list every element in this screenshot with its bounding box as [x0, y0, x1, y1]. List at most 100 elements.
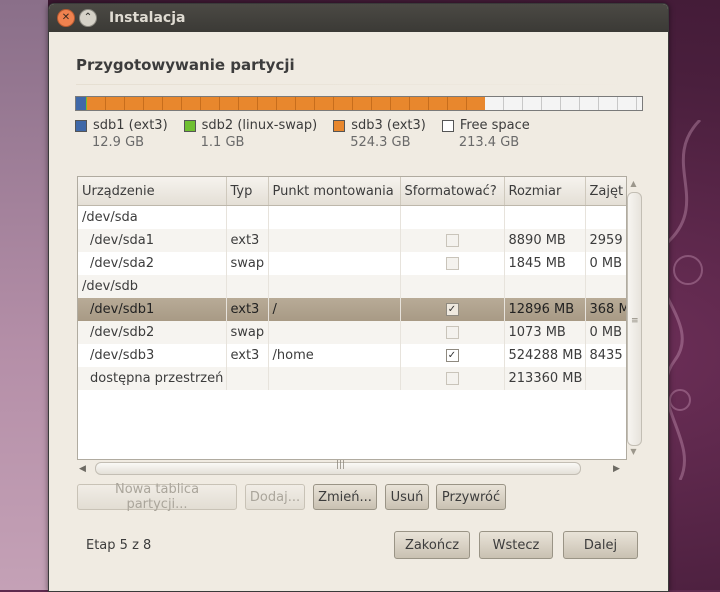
minimize-icon[interactable]: ⌃ — [79, 9, 97, 27]
change-partition-button[interactable]: Zmień... — [313, 484, 377, 510]
cell-format — [400, 205, 505, 229]
desktop-left-strip — [0, 0, 48, 590]
add-partition-button[interactable]: Dodaj... — [245, 484, 305, 510]
cell-size: 1845 MB — [504, 252, 586, 275]
table-row[interactable]: /dev/sdb2 swap 1073 MB 0 MB — [78, 321, 626, 344]
format-checkbox[interactable] — [445, 326, 459, 339]
format-checkbox[interactable] — [445, 234, 459, 247]
cell-used — [585, 367, 626, 390]
cell-mount — [268, 205, 401, 229]
cell-size: 524288 MB — [504, 344, 586, 367]
table-row[interactable]: /dev/sdb1 ext3/ ✓ 12896 MB 368 M — [78, 298, 626, 321]
cell-device: /dev/sdb3 — [78, 344, 227, 367]
horizontal-scrollbar[interactable]: ◀ ||| ▶ — [79, 460, 627, 477]
table-row[interactable]: dostępna przestrzeń 213360 MB — [78, 367, 626, 390]
cell-used: 0 MB — [585, 321, 626, 344]
legend-item: Free space 213.4 GB — [441, 118, 530, 150]
cell-size: 8890 MB — [504, 229, 586, 252]
format-checkbox[interactable]: ✓ — [445, 303, 459, 316]
scroll-left-icon[interactable]: ◀ — [79, 461, 86, 477]
scroll-up-icon[interactable]: ▲ — [627, 178, 640, 190]
table-row[interactable]: /dev/sdb — [78, 275, 626, 298]
cell-type: ext3 — [226, 298, 269, 321]
cell-used: 368 M — [585, 298, 626, 321]
cell-format — [400, 321, 505, 344]
cell-used — [585, 275, 626, 298]
column-header-size[interactable]: Rozmiar — [504, 177, 586, 206]
partition-bar-segment-sdb3 — [87, 97, 486, 110]
legend-item: sdb1 (ext3) 12.9 GB — [75, 118, 168, 150]
quit-button[interactable]: Zakończ — [394, 531, 470, 559]
back-button[interactable]: Wstecz — [479, 531, 553, 559]
cell-device: /dev/sdb1 — [78, 298, 227, 321]
legend-item: sdb2 (linux-swap) 1.1 GB — [183, 118, 318, 150]
cell-type — [226, 275, 269, 298]
cell-size: 213360 MB — [504, 367, 586, 390]
cell-type: ext3 — [226, 344, 269, 367]
partition-table[interactable]: Urządzenie Typ Punkt montowania Sformato… — [77, 176, 627, 460]
cell-mount — [268, 252, 401, 275]
column-header-device[interactable]: Urządzenie — [78, 177, 227, 206]
window-title: Instalacja — [109, 10, 186, 26]
cell-device: /dev/sda2 — [78, 252, 227, 275]
legend-size: 12.9 GB — [92, 135, 145, 150]
revert-button[interactable]: Przywróć — [436, 484, 506, 510]
horizontal-scroll-thumb[interactable]: ||| — [95, 460, 581, 475]
legend-item: sdb3 (ext3) 524.3 GB — [333, 118, 426, 150]
heading-divider — [76, 84, 636, 85]
cell-format — [400, 367, 505, 390]
delete-partition-button[interactable]: Usuń — [385, 484, 429, 510]
format-checkbox[interactable] — [445, 257, 459, 270]
page-title: Przygotowywanie partycji — [76, 56, 295, 74]
legend-size: 213.4 GB — [458, 135, 520, 150]
cell-type — [226, 367, 269, 390]
cell-format — [400, 275, 505, 298]
table-row[interactable]: /dev/sda2 swap 1845 MB 0 MB — [78, 252, 626, 275]
legend-swatch — [441, 119, 454, 132]
vertical-scroll-thumb[interactable]: ≡ — [627, 192, 642, 446]
scroll-down-icon[interactable]: ▼ — [627, 446, 640, 458]
grip-icon: ≡ — [631, 316, 639, 326]
cell-device: dostępna przestrzeń — [78, 367, 227, 390]
legend-size: 1.1 GB — [200, 135, 245, 150]
column-header-type[interactable]: Typ — [226, 177, 269, 206]
cell-type — [226, 205, 269, 229]
cell-type: swap — [226, 321, 269, 344]
partition-bar — [75, 96, 643, 111]
close-icon[interactable]: ✕ — [57, 9, 75, 27]
legend-swatch — [183, 119, 196, 132]
cell-used: 2959 — [585, 229, 626, 252]
legend-swatch — [75, 119, 87, 132]
table-row[interactable]: /dev/sda1 ext3 8890 MB 2959 — [78, 229, 626, 252]
legend-label: sdb3 (ext3) — [351, 118, 426, 133]
cell-device: /dev/sda — [78, 205, 227, 229]
cell-mount — [268, 229, 401, 252]
table-empty-row — [78, 390, 626, 413]
cell-used: 0 MB — [585, 252, 626, 275]
table-header-row: Urządzenie Typ Punkt montowania Sformato… — [78, 177, 626, 206]
cell-format — [400, 229, 505, 252]
format-checkbox[interactable] — [445, 372, 459, 385]
next-button[interactable]: Dalej — [563, 531, 638, 559]
cell-mount — [268, 275, 401, 298]
column-header-mount[interactable]: Punkt montowania — [268, 177, 401, 206]
cell-device: /dev/sdb — [78, 275, 227, 298]
legend-swatch — [333, 119, 346, 132]
cell-device: /dev/sda1 — [78, 229, 227, 252]
cell-type: ext3 — [226, 229, 269, 252]
cell-mount: /home — [268, 344, 401, 367]
table-row[interactable]: /dev/sda — [78, 205, 626, 229]
legend-label: Free space — [459, 118, 530, 133]
table-row[interactable]: /dev/sdb3 ext3/home ✓ 524288 MB 8435 — [78, 344, 626, 367]
cell-size: 12896 MB — [504, 298, 586, 321]
scroll-right-icon[interactable]: ▶ — [613, 461, 620, 477]
column-header-format[interactable]: Sformatować? — [400, 177, 505, 206]
column-header-used[interactable]: Zajęt — [585, 177, 626, 206]
format-checkbox[interactable]: ✓ — [445, 349, 459, 362]
legend-label: sdb2 (linux-swap) — [201, 118, 318, 133]
partition-legend: sdb1 (ext3) 12.9 GB sdb2 (linux-swap) 1.1 G… — [75, 118, 546, 150]
cell-device: /dev/sdb2 — [78, 321, 227, 344]
vertical-scrollbar[interactable]: ▲ ≡ ▼ — [627, 178, 642, 460]
cell-size — [504, 275, 586, 298]
new-partition-table-button[interactable]: Nowa tablica partycji... — [77, 482, 237, 512]
